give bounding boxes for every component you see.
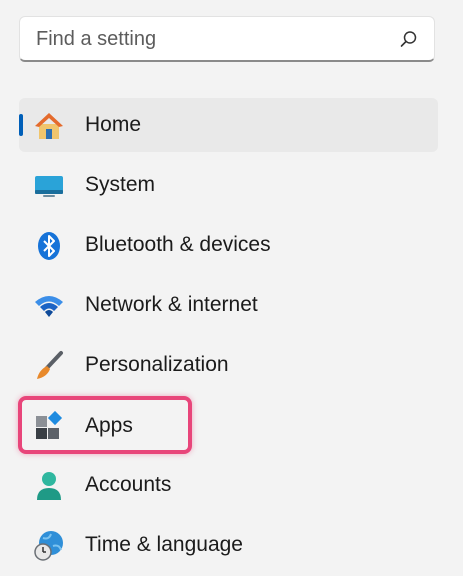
sidebar-item-network[interactable]: Network & internet <box>19 278 438 332</box>
system-icon <box>33 170 65 202</box>
time-language-icon <box>33 530 65 562</box>
home-icon <box>33 110 65 142</box>
selection-indicator <box>19 114 23 136</box>
sidebar-item-bluetooth[interactable]: Bluetooth & devices <box>19 218 438 272</box>
sidebar-item-home[interactable]: Home <box>19 98 438 152</box>
sidebar-item-accounts[interactable]: Accounts <box>19 458 438 512</box>
sidebar-item-system[interactable]: System <box>19 158 438 212</box>
sidebar-item-label: Apps <box>85 414 133 437</box>
wifi-icon <box>33 290 65 322</box>
sidebar-item-label: Personalization <box>85 353 229 376</box>
search-box[interactable]: Find a setting <box>19 16 435 62</box>
bluetooth-icon <box>33 230 65 262</box>
sidebar-item-apps[interactable]: Apps <box>19 399 438 453</box>
search-icon[interactable] <box>400 30 418 48</box>
sidebar-item-label: System <box>85 173 156 196</box>
sidebar-item-label: Bluetooth & devices <box>85 233 271 256</box>
sidebar-item-label: Home <box>85 113 142 136</box>
apps-icon <box>33 411 65 443</box>
search-input[interactable]: Find a setting <box>36 28 156 51</box>
sidebar-item-personalization[interactable]: Personalization <box>19 338 438 392</box>
sidebar-item-label: Accounts <box>85 473 172 496</box>
sidebar-item-label: Time & language <box>85 533 243 556</box>
account-icon <box>33 470 65 502</box>
sidebar-item-label: Network & internet <box>85 293 258 316</box>
brush-icon <box>33 350 65 382</box>
sidebar-item-time-language[interactable]: Time & language <box>19 518 438 572</box>
